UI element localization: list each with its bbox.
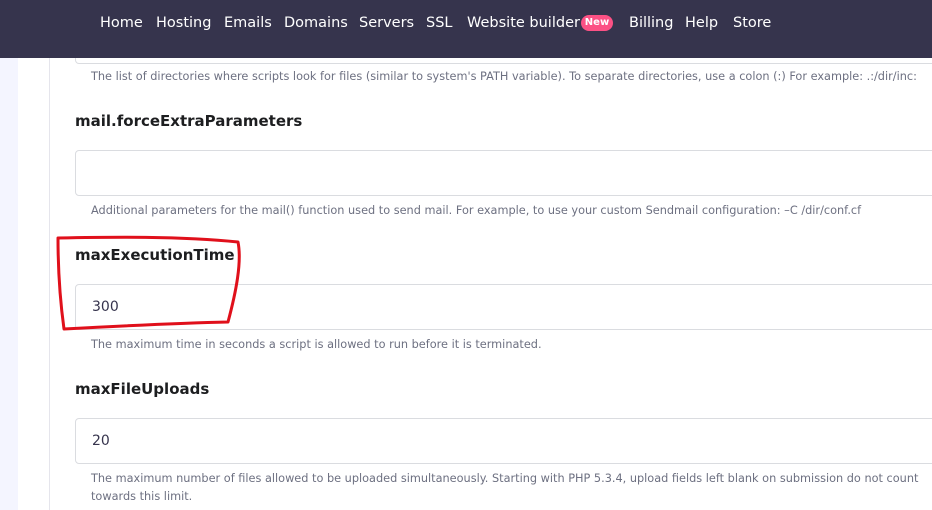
nav-hosting[interactable]: Hosting bbox=[156, 14, 211, 32]
include-path-help: The list of directories where scripts lo… bbox=[91, 70, 917, 83]
nav-emails[interactable]: Emails bbox=[224, 14, 272, 32]
mail-force-extra-help: Additional parameters for the mail() fun… bbox=[91, 204, 862, 217]
max-file-uploads-input[interactable] bbox=[75, 418, 932, 464]
nav-ssl[interactable]: SSL bbox=[426, 14, 453, 32]
nav-home[interactable]: Home bbox=[100, 14, 143, 32]
nav-servers[interactable]: Servers bbox=[359, 14, 414, 32]
nav-domains[interactable]: Domains bbox=[284, 14, 348, 32]
top-navbar: Home Hosting Emails Domains Servers SSL … bbox=[0, 0, 932, 58]
mail-force-extra-input[interactable] bbox=[75, 150, 932, 196]
max-execution-time-input[interactable] bbox=[75, 284, 932, 330]
include-path-input-edge[interactable] bbox=[75, 58, 932, 64]
max-execution-time-help: The maximum time in seconds a script is … bbox=[91, 338, 542, 351]
nav-store[interactable]: Store bbox=[733, 14, 771, 32]
mail-force-extra-label: mail.forceExtraParameters bbox=[75, 112, 303, 130]
new-badge: New bbox=[581, 15, 613, 31]
left-rail bbox=[0, 58, 18, 510]
max-file-uploads-label: maxFileUploads bbox=[75, 380, 210, 398]
max-file-uploads-help: The maximum number of files allowed to b… bbox=[91, 472, 919, 503]
max-execution-time-label: maxExecutionTime bbox=[75, 246, 235, 264]
nav-billing[interactable]: Billing bbox=[629, 14, 673, 32]
nav-help[interactable]: Help bbox=[685, 14, 718, 32]
nav-website-builder[interactable]: Website builder bbox=[467, 14, 580, 32]
panel-divider bbox=[49, 58, 50, 510]
